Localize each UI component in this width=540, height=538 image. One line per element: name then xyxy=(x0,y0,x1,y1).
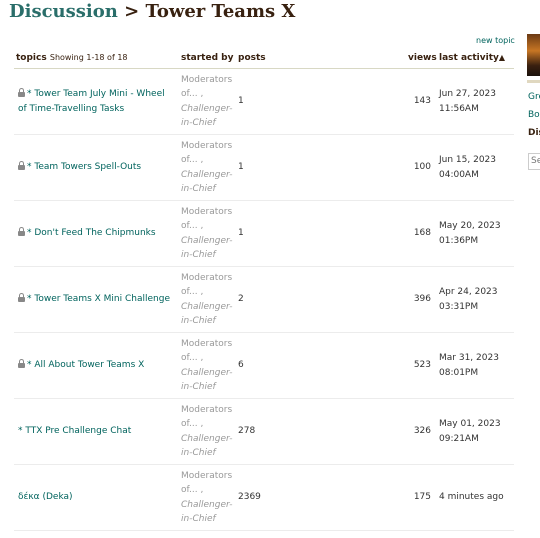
started-by-cell: Moderators of... , Challenger-in-Chief xyxy=(177,68,234,135)
views-count: 175 xyxy=(404,464,435,531)
starter-moderators-link[interactable]: Moderators of... , xyxy=(181,273,232,298)
lock-icon xyxy=(18,227,25,237)
lock-icon xyxy=(18,359,25,369)
sidebar-item-discussion: Dis xyxy=(528,128,540,138)
posts-count: 1 xyxy=(234,134,404,201)
header-last-activity-label[interactable]: last activity xyxy=(439,53,499,63)
last-activity-link[interactable]: Mar 31, 2023 08:01PM xyxy=(435,332,514,399)
last-activity-link[interactable]: 4 minutes ago xyxy=(435,464,514,531)
last-activity-link[interactable]: May 20, 2023 01:36PM xyxy=(435,200,514,267)
table-row: * All About Tower Teams X Moderators of..… xyxy=(14,332,514,399)
sidebar-divider xyxy=(527,80,540,83)
table-row: * Don't Feed The Chipmunks Moderators of.… xyxy=(14,200,514,267)
posts-count: 278 xyxy=(234,398,404,465)
topic-cell: * Don't Feed The Chipmunks xyxy=(14,200,177,267)
last-activity-link[interactable]: Jun 15, 2023 04:00AM xyxy=(435,134,514,201)
starter-user-link[interactable]: Challenger-in-Chief xyxy=(181,434,232,459)
starter-user-link[interactable]: Challenger-in-Chief xyxy=(181,368,232,393)
started-by-cell: Moderators of... , Challenger-in-Chief xyxy=(177,266,234,333)
topics-count-label: Showing 1-18 of 18 xyxy=(49,53,128,62)
topic-cell: * Team Towers Spell-Outs xyxy=(14,134,177,201)
header-topics: topics Showing 1-18 of 18 xyxy=(14,48,177,69)
topic-title-link[interactable]: δέκα (Deka) xyxy=(18,492,73,502)
started-by-cell: Moderators of... , Challenger-in-Chief xyxy=(177,464,234,531)
lock-icon xyxy=(18,161,25,171)
views-count: 168 xyxy=(404,200,435,267)
group-cover-image[interactable] xyxy=(527,34,540,76)
topic-cell: * Tower Teams X Mini Challenge xyxy=(14,266,177,333)
posts-count: 1 xyxy=(234,200,404,267)
starter-user-link[interactable]: Challenger-in-Chief xyxy=(181,500,232,525)
topic-title-link[interactable]: * Don't Feed The Chipmunks xyxy=(27,228,156,238)
topic-cell: * TTX Pre Challenge Chat xyxy=(14,398,177,465)
breadcrumb-separator: > xyxy=(124,1,140,22)
views-count: 523 xyxy=(404,332,435,399)
breadcrumb: Discussion > Tower Teams X xyxy=(9,1,295,22)
started-by-cell: Moderators of... , Challenger-in-Chief xyxy=(177,200,234,267)
topics-table-body: * Tower Team July Mini - Wheel of Time-T… xyxy=(14,68,514,531)
starter-moderators-link[interactable]: Moderators of... , xyxy=(181,141,232,166)
topic-title-link[interactable]: * TTX Pre Challenge Chat xyxy=(18,426,131,436)
topic-cell: * Tower Team July Mini - Wheel of Time-T… xyxy=(14,68,177,135)
starter-moderators-link[interactable]: Moderators of... , xyxy=(181,405,232,430)
topics-table: topics Showing 1-18 of 18 started by pos… xyxy=(14,48,514,531)
table-row: δέκα (Deka) Moderators of... , Challenger… xyxy=(14,464,514,531)
header-last-activity[interactable]: last activity▲ xyxy=(435,48,514,69)
views-count: 396 xyxy=(404,266,435,333)
posts-count: 2369 xyxy=(234,464,404,531)
starter-moderators-link[interactable]: Moderators of... , xyxy=(181,207,232,232)
posts-count: 2 xyxy=(234,266,404,333)
table-header-row: topics Showing 1-18 of 18 started by pos… xyxy=(14,48,514,69)
starter-user-link[interactable]: Challenger-in-Chief xyxy=(181,170,232,195)
lock-icon xyxy=(18,293,25,303)
starter-user-link[interactable]: Challenger-in-Chief xyxy=(181,236,232,261)
table-row: * Team Towers Spell-Outs Moderators of...… xyxy=(14,134,514,201)
starter-user-link[interactable]: Challenger-in-Chief xyxy=(181,104,232,129)
started-by-cell: Moderators of... , Challenger-in-Chief xyxy=(177,398,234,465)
views-count: 100 xyxy=(404,134,435,201)
new-topic-link[interactable]: new topic xyxy=(476,36,515,45)
table-row: * Tower Teams X Mini Challenge Moderators… xyxy=(14,266,514,333)
posts-count: 1 xyxy=(234,68,404,135)
sort-ascending-icon[interactable]: ▲ xyxy=(499,53,505,62)
sidebar-link-group[interactable]: Gre xyxy=(528,92,540,102)
last-activity-link[interactable]: May 01, 2023 09:21AM xyxy=(435,398,514,465)
starter-moderators-link[interactable]: Moderators of... , xyxy=(181,75,232,100)
table-row: * TTX Pre Challenge Chat Moderators of...… xyxy=(14,398,514,465)
last-activity-link[interactable]: Jun 27, 2023 11:56AM xyxy=(435,68,514,135)
topic-title-link[interactable]: * Team Towers Spell-Outs xyxy=(27,162,141,172)
posts-count: 6 xyxy=(234,332,404,399)
page-title: Tower Teams X xyxy=(145,1,296,22)
header-posts: posts xyxy=(234,48,404,69)
started-by-cell: Moderators of... , Challenger-in-Chief xyxy=(177,332,234,399)
starter-user-link[interactable]: Challenger-in-Chief xyxy=(181,302,232,327)
sidebar-link-bookshelf[interactable]: Bo xyxy=(528,110,540,120)
header-topics-label: topics xyxy=(16,53,47,63)
last-activity-link[interactable]: Apr 24, 2023 03:31PM xyxy=(435,266,514,333)
views-count: 326 xyxy=(404,398,435,465)
starter-moderators-link[interactable]: Moderators of... , xyxy=(181,339,232,364)
topic-title-link[interactable]: * Tower Teams X Mini Challenge xyxy=(27,294,170,304)
topic-cell: * All About Tower Teams X xyxy=(14,332,177,399)
started-by-cell: Moderators of... , Challenger-in-Chief xyxy=(177,134,234,201)
topic-title-link[interactable]: * All About Tower Teams X xyxy=(27,360,144,370)
topic-cell: δέκα (Deka) xyxy=(14,464,177,531)
sidebar-search-input[interactable]: Se xyxy=(528,153,540,170)
lock-icon xyxy=(18,88,25,97)
header-views: views xyxy=(404,48,437,69)
breadcrumb-discussion-link[interactable]: Discussion xyxy=(9,1,118,22)
views-count: 143 xyxy=(404,68,435,135)
table-row: * Tower Team July Mini - Wheel of Time-T… xyxy=(14,68,514,135)
starter-moderators-link[interactable]: Moderators of... , xyxy=(181,471,232,496)
topic-title-link[interactable]: * Tower Team July Mini - Wheel of Time-T… xyxy=(18,89,165,114)
header-started-by: started by xyxy=(177,48,234,69)
